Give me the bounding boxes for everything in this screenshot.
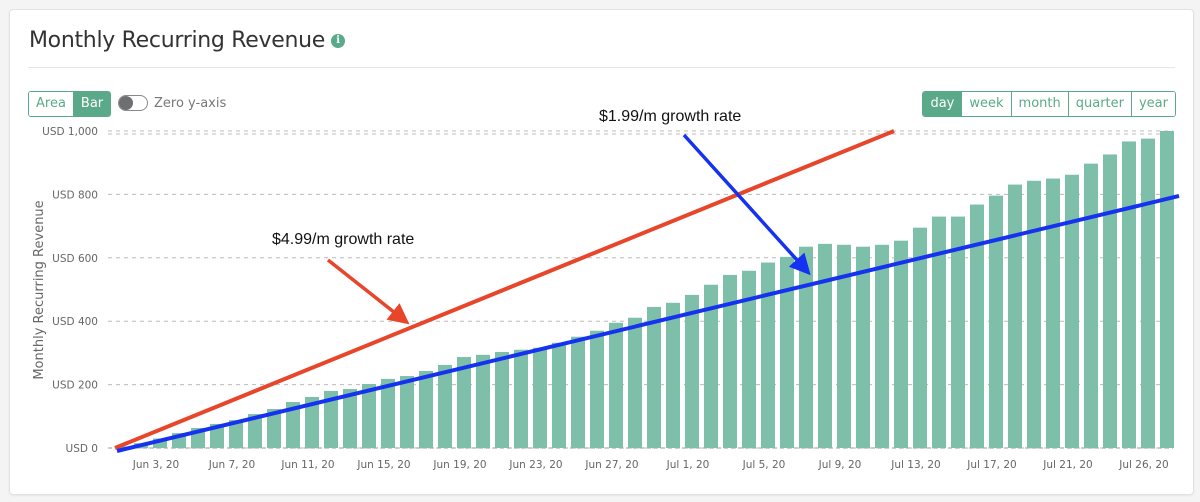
annotation-red-arrow bbox=[326, 258, 410, 325]
bar bbox=[438, 364, 452, 448]
bar bbox=[818, 243, 832, 448]
y-tick-label: USD 600 bbox=[52, 253, 98, 265]
annotation-red-label: $4.99/m growth rate bbox=[272, 231, 414, 248]
bar bbox=[989, 195, 1003, 448]
bar bbox=[590, 330, 604, 448]
bar bbox=[647, 306, 661, 448]
x-tick-label: Jun 3, 20 bbox=[132, 459, 179, 471]
y-tick-label: USD 1,000 bbox=[42, 126, 98, 138]
x-tick-label: Jun 11, 20 bbox=[280, 459, 334, 471]
bar bbox=[1122, 141, 1136, 448]
annotation-blue-label: $1.99/m growth rate bbox=[599, 108, 741, 125]
y-tick-label: USD 400 bbox=[52, 316, 98, 328]
bar bbox=[875, 244, 889, 448]
x-tick-label: Jul 9, 20 bbox=[818, 459, 862, 471]
y-tick-label: USD 0 bbox=[66, 443, 98, 455]
x-tick-label: Jun 7, 20 bbox=[208, 459, 255, 471]
x-tick-label: Jun 19, 20 bbox=[432, 459, 486, 471]
bar bbox=[571, 336, 585, 448]
x-tick-label: Jun 23, 20 bbox=[508, 459, 562, 471]
bar bbox=[400, 376, 414, 448]
bar bbox=[609, 322, 623, 448]
x-tick-label: Jul 26, 20 bbox=[1118, 459, 1168, 471]
bar bbox=[1160, 131, 1174, 448]
bar bbox=[1065, 174, 1079, 448]
bar bbox=[476, 354, 490, 448]
bar bbox=[495, 351, 509, 448]
bar bbox=[894, 240, 908, 448]
x-tick-label: Jul 17, 20 bbox=[966, 459, 1016, 471]
bar bbox=[1141, 138, 1155, 448]
mrr-bar-chart: USD 0 USD 200 USD 400 USD 600 USD 800 USD 1,0… bbox=[32, 108, 1180, 471]
bar bbox=[419, 370, 433, 448]
x-tick-label: Jun 27, 20 bbox=[584, 459, 638, 471]
bar bbox=[1084, 163, 1098, 448]
bar bbox=[514, 349, 528, 448]
x-tick-label: Jul 13, 20 bbox=[890, 459, 940, 471]
y-tick-label: USD 200 bbox=[52, 380, 98, 392]
bar bbox=[970, 204, 984, 448]
y-tick-label: USD 800 bbox=[52, 189, 98, 201]
bar bbox=[1027, 180, 1041, 449]
bar bbox=[381, 378, 395, 448]
x-tick-label: Jul 5, 20 bbox=[742, 459, 786, 471]
bar bbox=[533, 347, 547, 448]
annotation-blue-arrow bbox=[682, 133, 811, 276]
x-tick-label: Jun 15, 20 bbox=[356, 459, 410, 471]
bar bbox=[856, 246, 870, 448]
bar bbox=[780, 256, 794, 448]
bar bbox=[1046, 178, 1060, 449]
bar bbox=[799, 246, 813, 448]
x-tick-label: Jul 1, 20 bbox=[666, 459, 710, 471]
bar bbox=[685, 294, 699, 448]
bar bbox=[628, 317, 642, 448]
bar bbox=[552, 342, 566, 448]
bar bbox=[666, 302, 680, 448]
bar bbox=[1008, 184, 1022, 448]
bar bbox=[761, 262, 775, 448]
y-axis-title: Monthly Recurring Revenue bbox=[32, 200, 47, 379]
x-tick-label: Jul 21, 20 bbox=[1042, 459, 1092, 471]
bar bbox=[1103, 154, 1117, 448]
